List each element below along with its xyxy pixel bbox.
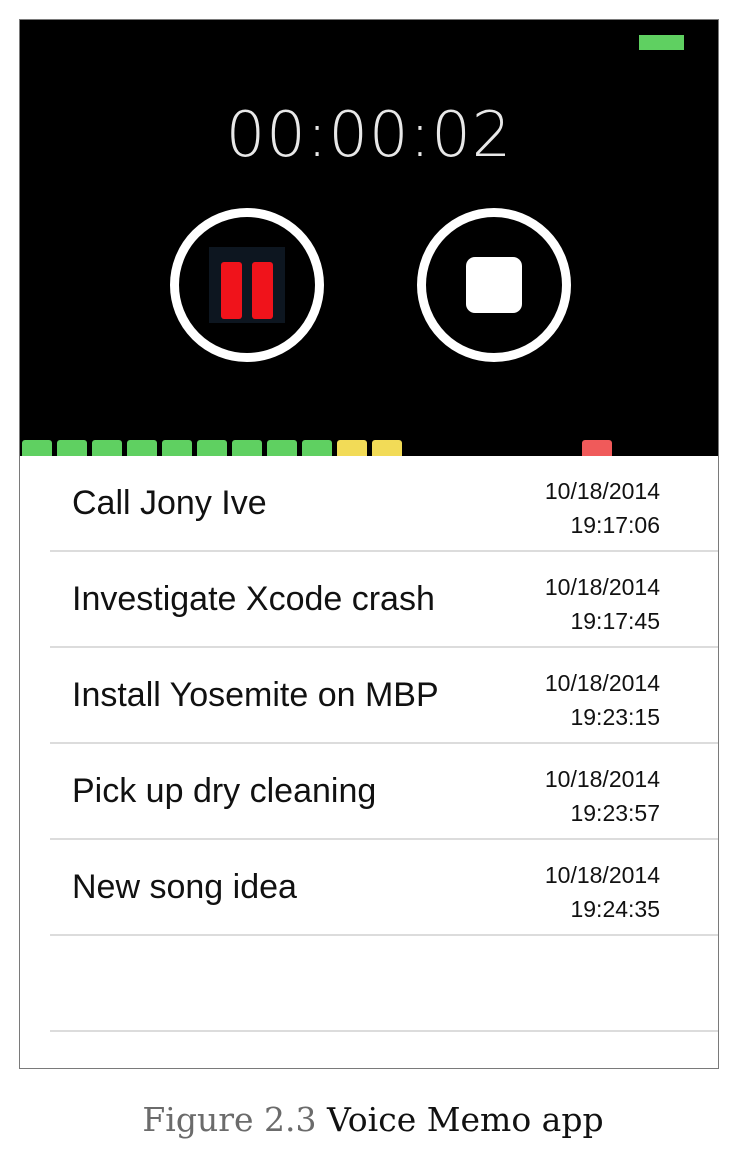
level-meter-peak	[582, 440, 612, 456]
memo-title: Call Jony Ive	[72, 484, 267, 522]
pause-icon	[209, 247, 285, 323]
level-meter	[20, 440, 718, 456]
figure-caption: Figure 2.3 Voice Memo app	[0, 1100, 746, 1139]
memo-list: Call Jony Ive 10/18/2014 19:17:06 Investiga…	[20, 456, 718, 1068]
memo-title: New song idea	[72, 868, 297, 906]
memo-time: 19:17:45	[570, 608, 660, 634]
memo-date: 10/18/2014	[544, 766, 660, 792]
caption-text: Voice Memo app	[326, 1100, 604, 1139]
pause-button[interactable]	[170, 208, 324, 362]
memo-time: 19:24:35	[570, 896, 660, 922]
battery-icon	[639, 35, 684, 50]
level-meter-segment	[267, 440, 297, 456]
voice-memo-screen: 00:00:02 Call Jony Ive 10/18/2014 19:17:06…	[19, 19, 719, 1069]
memo-time: 19:23:15	[570, 704, 660, 730]
memo-time: 19:17:06	[570, 512, 660, 538]
memo-title: Pick up dry cleaning	[72, 772, 377, 810]
level-meter-segment	[127, 440, 157, 456]
memo-row[interactable]: Install Yosemite on MBP 10/18/2014 19:23:1…	[20, 648, 718, 744]
row-separator	[50, 934, 718, 936]
memo-title: Install Yosemite on MBP	[72, 676, 439, 714]
memo-date: 10/18/2014	[544, 574, 660, 600]
level-meter-segment	[22, 440, 52, 456]
memo-row[interactable]: Investigate Xcode crash 10/18/2014 19:17:4…	[20, 552, 718, 648]
memo-time: 19:23:57	[570, 800, 660, 826]
memo-row[interactable]: Call Jony Ive 10/18/2014 19:17:06	[20, 456, 718, 552]
memo-row[interactable]: New song idea 10/18/2014 19:24:35	[20, 840, 718, 936]
stop-button[interactable]	[417, 208, 571, 362]
level-meter-segment	[232, 440, 262, 456]
memo-date: 10/18/2014	[544, 478, 660, 504]
recorder-panel: 00:00:02	[20, 20, 718, 456]
level-meter-segment	[372, 440, 402, 456]
memo-date: 10/18/2014	[544, 862, 660, 888]
memo-date: 10/18/2014	[544, 670, 660, 696]
figure: 00:00:02 Call Jony Ive 10/18/2014 19:17:06…	[0, 0, 746, 1164]
level-meter-segment	[92, 440, 122, 456]
memo-row[interactable]: Pick up dry cleaning 10/18/2014 19:23:57	[20, 744, 718, 840]
level-meter-segment	[162, 440, 192, 456]
level-meter-segment	[302, 440, 332, 456]
stop-icon	[466, 257, 522, 313]
level-meter-segment	[197, 440, 227, 456]
level-meter-segment	[57, 440, 87, 456]
pause-icon-bar-left	[221, 262, 242, 319]
elapsed-timer: 00:00:02	[225, 98, 513, 171]
pause-icon-bar-right	[252, 262, 273, 319]
row-separator	[50, 1030, 718, 1032]
level-meter-segment	[337, 440, 367, 456]
memo-title: Investigate Xcode crash	[72, 580, 435, 618]
caption-label: Figure 2.3	[142, 1100, 317, 1139]
